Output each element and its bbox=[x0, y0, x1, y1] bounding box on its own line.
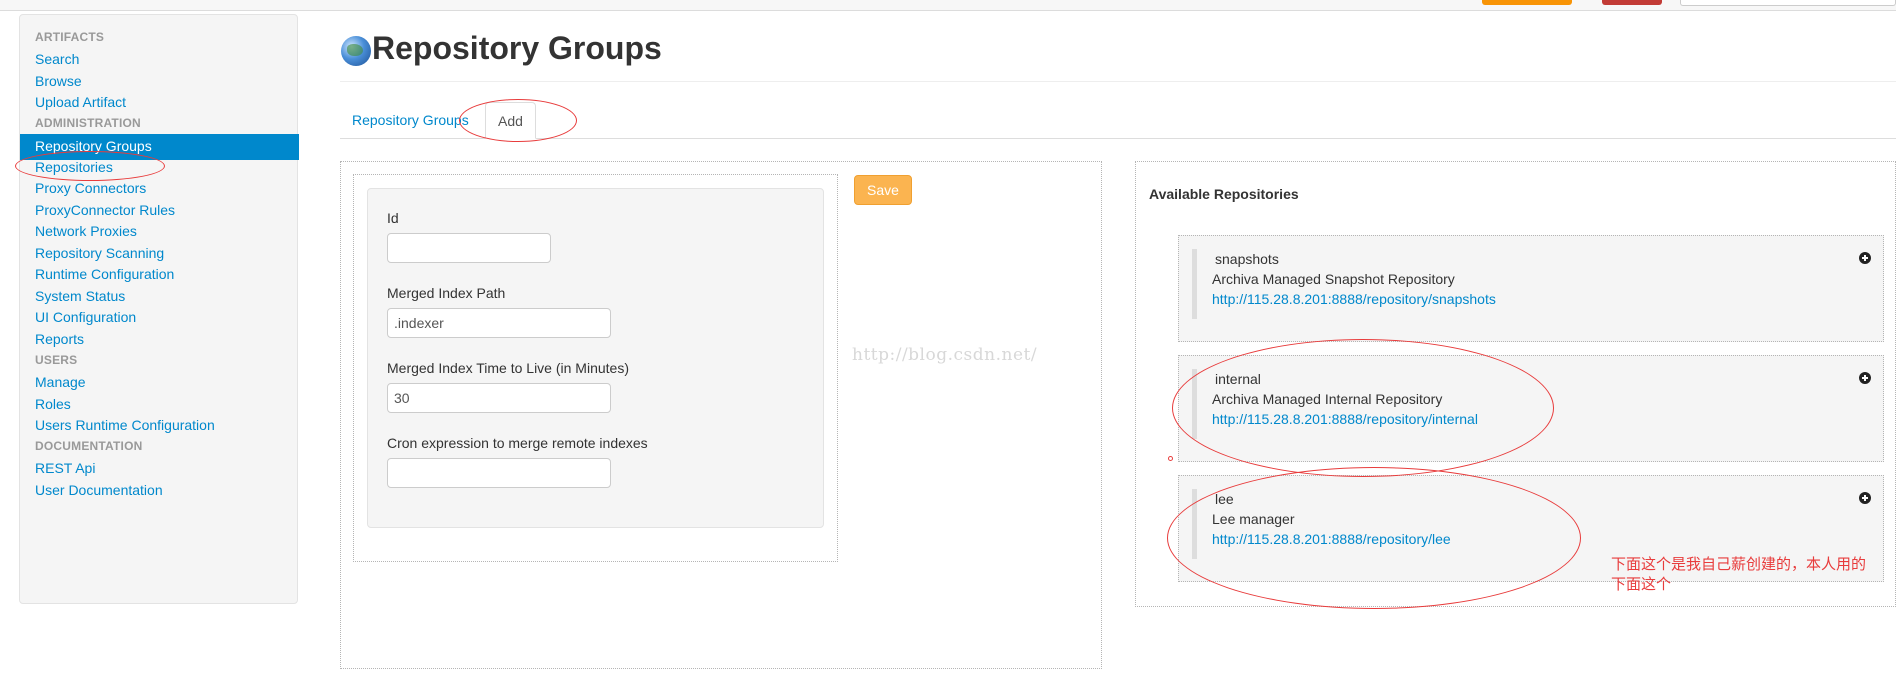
save-button[interactable]: Save bbox=[854, 175, 912, 205]
add-repo-icon[interactable] bbox=[1859, 372, 1871, 384]
repo-name: Archiva Managed Snapshot Repository bbox=[1212, 271, 1455, 287]
nav-header-artifacts: ARTIFACTS bbox=[35, 30, 105, 44]
sidebar-item-system-status[interactable]: System Status bbox=[35, 288, 125, 304]
nav-header-users: USERS bbox=[35, 353, 78, 367]
sidebar-item-browse[interactable]: Browse bbox=[35, 73, 82, 89]
sidebar-item-manage[interactable]: Manage bbox=[35, 374, 86, 390]
repo-card-bar bbox=[1192, 249, 1197, 319]
sidebar-item-upload-artifact[interactable]: Upload Artifact bbox=[35, 94, 126, 110]
page-title: Repository Groups bbox=[372, 30, 662, 66]
sidebar-item-reports[interactable]: Reports bbox=[35, 331, 84, 347]
top-search-input[interactable] bbox=[1680, 0, 1896, 6]
top-red-button[interactable] bbox=[1602, 0, 1662, 5]
title-divider bbox=[340, 81, 1896, 82]
available-repositories-title: Available Repositories bbox=[1149, 186, 1299, 202]
id-label: Id bbox=[387, 210, 399, 226]
merged-index-path-field[interactable] bbox=[387, 308, 611, 338]
top-orange-button[interactable] bbox=[1482, 0, 1572, 5]
sidebar-item-user-documentation[interactable]: User Documentation bbox=[35, 482, 163, 498]
globe-icon bbox=[341, 36, 371, 66]
merged-ttl-field[interactable] bbox=[387, 383, 611, 413]
annotation-note-line1: 下面这个是我自己薪创建的，本人用的 bbox=[1611, 556, 1867, 573]
tabs-divider bbox=[340, 138, 1896, 139]
annotation-note: 下面这个是我自己薪创建的，本人用的 下面这个 bbox=[1611, 555, 1866, 595]
cron-field[interactable] bbox=[387, 458, 611, 488]
cron-label: Cron expression to merge remote indexes bbox=[387, 435, 648, 451]
sidebar-nav: ARTIFACTS Search Browse Upload Artifact … bbox=[19, 14, 299, 604]
sidebar-item-proxyconnector-rules[interactable]: ProxyConnector Rules bbox=[35, 202, 175, 218]
annotation-ellipse-add-tab bbox=[459, 99, 577, 142]
repo-url-link[interactable]: http://115.28.8.201:8888/repository/snap… bbox=[1212, 291, 1496, 307]
nav-header-administration: ADMINISTRATION bbox=[35, 116, 141, 130]
sidebar-item-runtime-configuration[interactable]: Runtime Configuration bbox=[35, 266, 174, 282]
annotation-dot bbox=[1168, 456, 1173, 461]
sidebar-item-network-proxies[interactable]: Network Proxies bbox=[35, 223, 137, 239]
nav-header-documentation: DOCUMENTATION bbox=[35, 439, 143, 453]
add-repo-icon[interactable] bbox=[1859, 492, 1871, 504]
sidebar-item-rest-api[interactable]: REST Api bbox=[35, 460, 95, 476]
id-field[interactable] bbox=[387, 233, 551, 263]
annotation-ellipse-lee bbox=[1167, 467, 1581, 609]
sidebar-item-repository-scanning[interactable]: Repository Scanning bbox=[35, 245, 164, 261]
sidebar-item-proxy-connectors[interactable]: Proxy Connectors bbox=[35, 180, 146, 196]
merged-index-path-label: Merged Index Path bbox=[387, 285, 506, 301]
add-repo-icon[interactable] bbox=[1859, 252, 1871, 264]
sidebar-item-users-runtime-configuration[interactable]: Users Runtime Configuration bbox=[35, 417, 215, 433]
merged-ttl-label: Merged Index Time to Live (in Minutes) bbox=[387, 360, 629, 376]
sidebar-item-ui-configuration[interactable]: UI Configuration bbox=[35, 309, 136, 325]
repo-id: snapshots bbox=[1215, 251, 1279, 267]
annotation-ellipse-internal bbox=[1172, 339, 1554, 477]
sidebar-item-search[interactable]: Search bbox=[35, 51, 79, 67]
sidebar-item-roles[interactable]: Roles bbox=[35, 396, 71, 412]
watermark-text: http://blog.csdn.net/ bbox=[852, 345, 1038, 365]
annotation-note-line2: 下面这个 bbox=[1611, 576, 1672, 593]
annotation-ellipse-sidebar bbox=[15, 151, 165, 181]
repo-card-snapshots[interactable]: snapshots Archiva Managed Snapshot Repos… bbox=[1178, 235, 1884, 342]
